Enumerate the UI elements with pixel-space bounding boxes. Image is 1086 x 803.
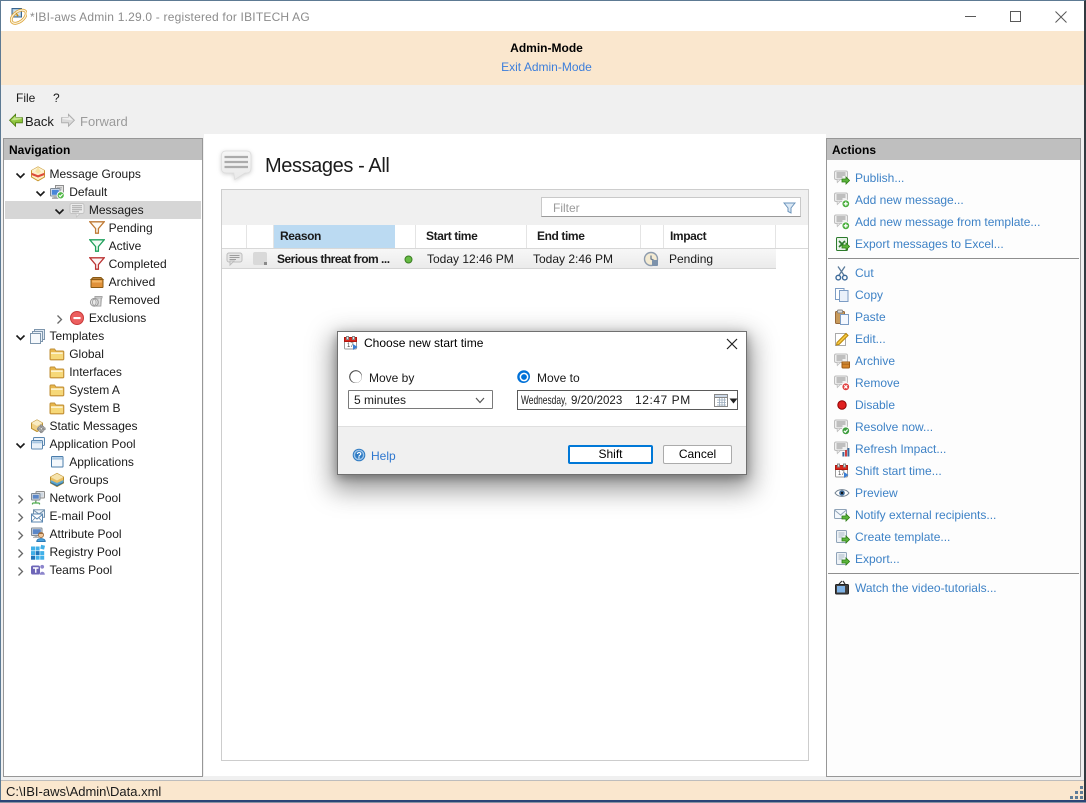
svg-text:?: ? (356, 450, 362, 460)
